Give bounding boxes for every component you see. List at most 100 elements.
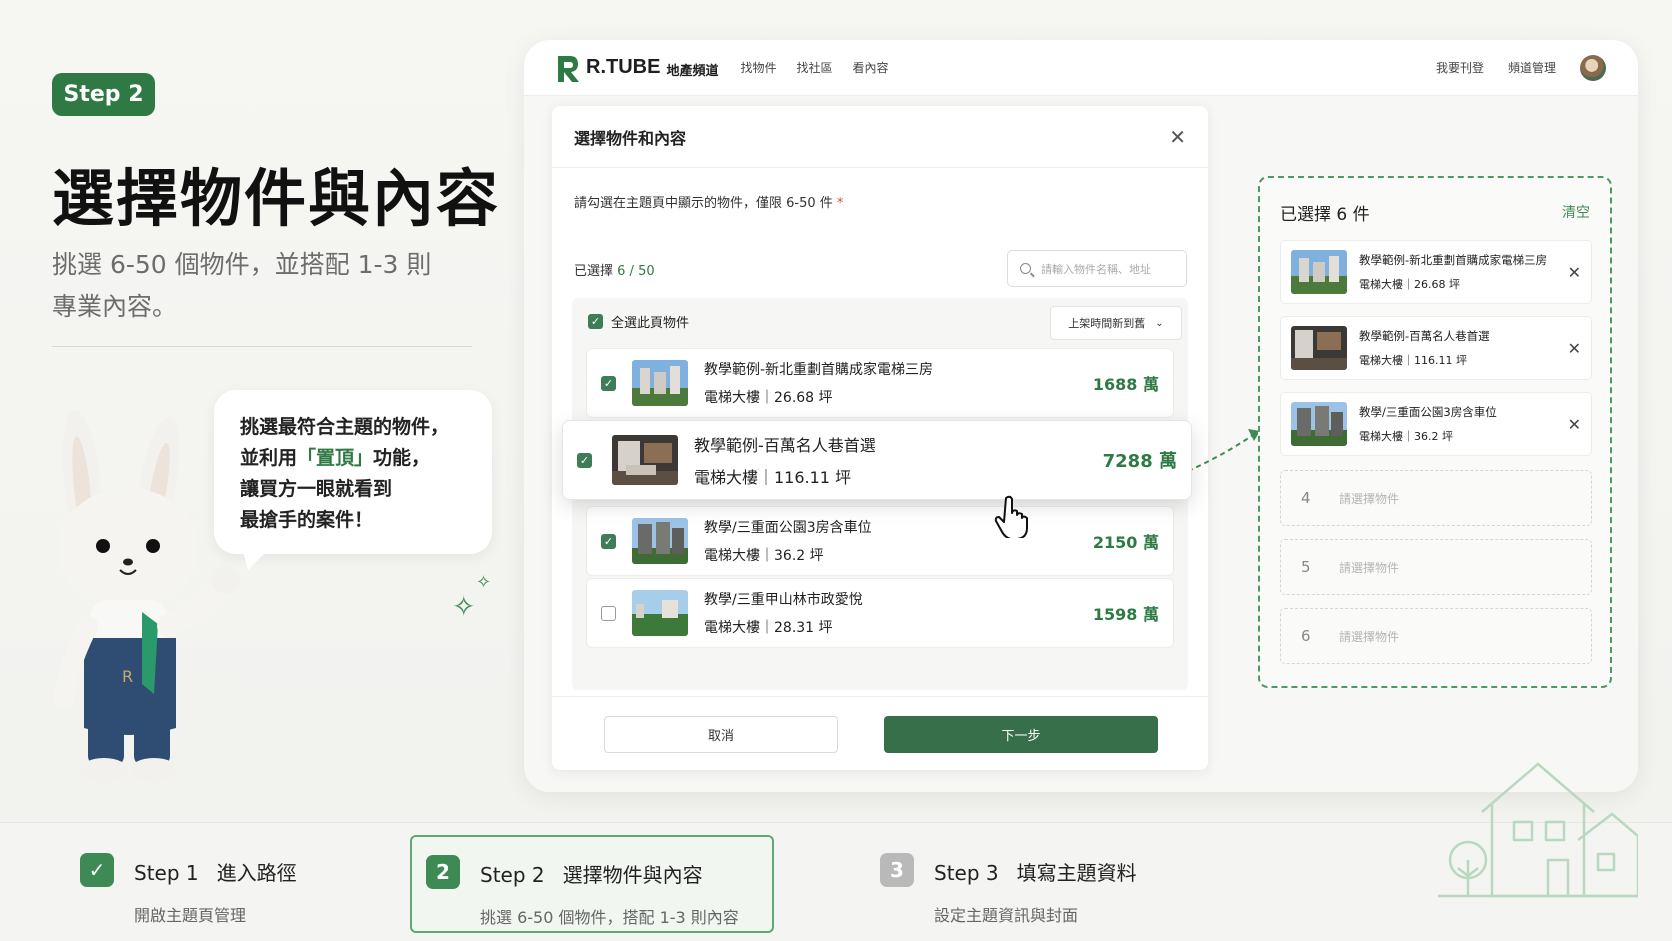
step-1-text: Step 1 進入路徑 開啟主題頁管理 — [134, 853, 297, 933]
step-3-sub: 設定主題資訊與封面 — [934, 906, 1079, 925]
item-checkbox[interactable] — [601, 605, 616, 621]
item-title: 教學/三重甲山林市政愛悅 — [704, 592, 863, 608]
property-list: ✓ 全選此頁物件 上架時間新到舊 ⌄ ✓ 教學範例-新北重劃首購成家電梯三房 電… — [562, 298, 1192, 690]
item-info: 教學範例-新北重劃首購成家電梯三房 電梯大樓｜26.68 坪 — [704, 359, 933, 407]
selected-item[interactable]: 教學範例-新北重劃首購成家電梯三房 電梯大樓｜26.68 坪 ✕ — [1280, 240, 1592, 304]
empty-slot: 5 請選擇物件 — [1280, 539, 1592, 595]
bubble-line-3: 讓買方一眼就看到 — [240, 478, 393, 500]
description-line-2: 專業內容。 — [52, 292, 178, 321]
nav-channel-manage[interactable]: 頻道管理 — [1508, 59, 1556, 76]
step-2-number: Step 2 — [480, 863, 545, 887]
remove-icon[interactable]: ✕ — [1568, 415, 1581, 434]
item-info: 教學/三重甲山林市政愛悅 電梯大樓｜28.31 坪 — [704, 589, 863, 637]
sparkle-icon: ✧ — [452, 590, 476, 623]
dialog-title: 選擇物件和內容 — [574, 128, 687, 148]
list-item[interactable]: 教學/三重甲山林市政愛悅 電梯大樓｜28.31 坪 1598 萬 — [586, 578, 1174, 648]
nav-view-content[interactable]: 看內容 — [853, 59, 889, 76]
property-thumbnail — [632, 590, 688, 636]
select-dialog: 選擇物件和內容 ✕ 請勾選在主題頁中顯示的物件，僅限 6-50 件 * 已選擇 … — [552, 106, 1208, 770]
item-title: 教學範例-百萬名人巷首選 — [694, 436, 876, 455]
item-checkbox[interactable]: ✓ — [601, 533, 616, 549]
step-3-number: Step 3 — [934, 861, 999, 885]
search-placeholder: 請輸入物件名稱、地址 — [1041, 262, 1151, 276]
avatar[interactable] — [1580, 54, 1606, 81]
property-thumbnail — [612, 435, 678, 485]
empty-slot: 4 請選擇物件 — [1280, 470, 1592, 526]
selected-item[interactable]: 教學/三重面公園3房含車位 電梯大樓｜36.2 坪 ✕ — [1280, 392, 1592, 456]
house-outline-icon — [1438, 762, 1638, 898]
rtube-logo-icon[interactable] — [556, 54, 580, 82]
hand-cursor-icon — [994, 495, 1028, 538]
close-icon[interactable]: ✕ — [1169, 125, 1186, 149]
selected-count: 已選擇 6 / 50 — [574, 264, 655, 279]
step-3-label: 填寫主題資料 — [1016, 861, 1137, 885]
selected-item-subtitle: 電梯大樓｜26.68 坪 — [1359, 278, 1460, 291]
step-2[interactable]: 2 Step 2 選擇物件與內容 挑選 6-50 個物件，搭配 1-3 則內容 — [410, 835, 774, 933]
nav-right: 我要刊登 頻道管理 — [1412, 54, 1606, 81]
divider — [52, 346, 472, 347]
step-2-icon: 2 — [426, 855, 460, 889]
item-price: 1688 萬 — [1092, 375, 1159, 394]
search-input[interactable]: 請輸入物件名稱、地址 — [1007, 250, 1187, 287]
selected-item-subtitle: 電梯大樓｜116.11 坪 — [1359, 354, 1467, 367]
slot-placeholder: 請選擇物件 — [1339, 560, 1400, 575]
step-2-label: 選擇物件與內容 — [562, 863, 703, 887]
rabbit-mascot-icon: R — [54, 410, 240, 782]
sort-label: 上架時間新到舊 — [1068, 317, 1146, 330]
checkbox-checked-icon[interactable]: ✓ — [588, 314, 603, 329]
step-3[interactable]: 3 Step 3 填寫主題資料 設定主題資訊與封面 — [866, 835, 1226, 933]
item-subtitle: 電梯大樓｜36.2 坪 — [704, 548, 824, 564]
bubble-line-2: 並利用「置頂」功能， — [240, 447, 431, 469]
step-3-text: Step 3 填寫主題資料 設定主題資訊與封面 — [934, 853, 1137, 933]
selected-item-title: 教學範例-百萬名人巷首選 — [1359, 329, 1490, 343]
property-thumbnail — [632, 518, 688, 564]
next-button[interactable]: 下一步 — [884, 716, 1158, 753]
selected-panel: 已選擇 6 件 清空 教學範例-新北重劃首購成家電梯三房 電梯大樓｜26.68 … — [1258, 176, 1612, 688]
sort-dropdown[interactable]: 上架時間新到舊 ⌄ — [1050, 306, 1182, 340]
item-subtitle: 電梯大樓｜116.11 坪 — [694, 468, 852, 487]
select-all-checkbox[interactable]: ✓ 全選此頁物件 — [588, 312, 689, 331]
empty-slot: 6 請選擇物件 — [1280, 608, 1592, 664]
list-item[interactable]: ✓ 教學範例-新北重劃首購成家電梯三房 電梯大樓｜26.68 坪 1688 萬 — [586, 348, 1174, 418]
nav-find-community[interactable]: 找社區 — [796, 59, 832, 76]
remove-icon[interactable]: ✕ — [1568, 339, 1581, 358]
dialog-footer-divider — [552, 696, 1208, 697]
selected-item-title: 教學範例-新北重劃首購成家電梯三房 — [1359, 253, 1548, 267]
item-title: 教學範例-新北重劃首購成家電梯三房 — [704, 362, 934, 378]
page-description: 挑選 6-50 個物件，並搭配 1-3 則 專業內容。 — [52, 244, 482, 328]
property-thumbnail — [1291, 402, 1347, 446]
property-thumbnail — [632, 360, 688, 406]
item-info: 教學範例-百萬名人巷首選 電梯大樓｜116.11 坪 — [694, 432, 876, 488]
slot-placeholder: 請選擇物件 — [1339, 629, 1400, 644]
remove-icon[interactable]: ✕ — [1568, 263, 1581, 282]
item-subtitle: 電梯大樓｜28.31 坪 — [704, 620, 833, 636]
slot-placeholder: 請選擇物件 — [1339, 491, 1400, 506]
selected-item-info: 教學/三重面公園3房含車位 電梯大樓｜36.2 坪 — [1359, 404, 1497, 444]
check-icon: ✓ — [80, 853, 114, 887]
item-info: 教學/三重面公園3房含車位 電梯大樓｜36.2 坪 — [704, 517, 872, 565]
cancel-button[interactable]: 取消 — [604, 716, 838, 753]
nav-find-property[interactable]: 找物件 — [740, 59, 776, 76]
item-checkbox[interactable]: ✓ — [577, 452, 592, 468]
step-1[interactable]: ✓ Step 1 進入路徑 開啟主題頁管理 — [66, 835, 406, 933]
logo-subtitle: 地產頻道 — [666, 64, 719, 79]
bubble-line-1: 挑選最符合主題的物件， — [240, 416, 450, 438]
list-item-pinned[interactable]: ✓ 教學範例-百萬名人巷首選 電梯大樓｜116.11 坪 7288 萬 — [562, 420, 1192, 500]
item-checkbox[interactable]: ✓ — [601, 375, 616, 391]
property-thumbnail — [1291, 326, 1347, 370]
selected-item[interactable]: 教學範例-百萬名人巷首選 電梯大樓｜116.11 坪 ✕ — [1280, 316, 1592, 380]
selected-panel-title: 已選擇 6 件 — [1280, 205, 1370, 225]
list-item[interactable]: ✓ 教學/三重面公園3房含車位 電梯大樓｜36.2 坪 2150 萬 — [586, 506, 1174, 576]
step-1-sub: 開啟主題頁管理 — [134, 906, 247, 925]
stepper: ✓ Step 1 進入路徑 開啟主題頁管理 2 Step 2 選擇物件與內容 挑選 … — [0, 822, 1672, 941]
clear-button[interactable]: 清空 — [1562, 202, 1590, 222]
svg-text:R: R — [122, 667, 133, 686]
slot-number: 6 — [1301, 627, 1311, 645]
nav-post-listing[interactable]: 我要刊登 — [1436, 59, 1484, 76]
logo-text[interactable]: R.TUBE — [586, 56, 660, 79]
item-subtitle: 電梯大樓｜26.68 坪 — [704, 390, 833, 406]
step-2-sub: 挑選 6-50 個物件，搭配 1-3 則內容 — [480, 908, 739, 927]
item-price: 1598 萬 — [1092, 605, 1159, 624]
top-navigation: R.TUBE 地產頻道 找物件 找社區 看內容 我要刊登 頻道管理 — [524, 40, 1638, 96]
selected-item-info: 教學範例-百萬名人巷首選 電梯大樓｜116.11 坪 — [1359, 328, 1490, 368]
